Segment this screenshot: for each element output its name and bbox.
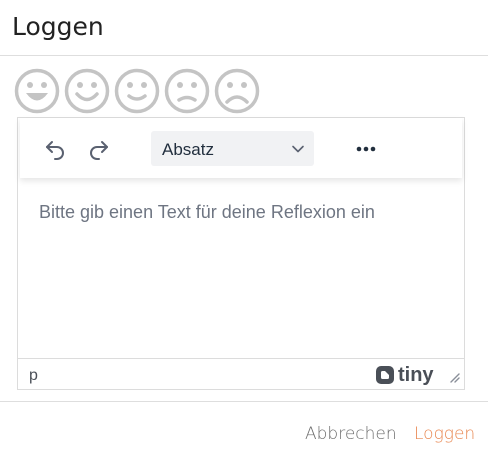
redo-icon	[90, 141, 108, 160]
redo-button[interactable]	[82, 132, 116, 166]
undo-button[interactable]	[38, 132, 72, 166]
tiny-branding-link[interactable]: tiny	[375, 365, 434, 385]
more-options-button[interactable]	[349, 132, 383, 166]
mood-happy-button[interactable]	[64, 68, 110, 114]
dialog-footer: Abbrechen Loggen	[0, 401, 488, 453]
resize-handle-icon[interactable]	[448, 371, 460, 383]
block-format-select[interactable]: Absatz	[151, 131, 314, 166]
tiny-logo-icon	[376, 366, 394, 384]
happy-face-icon	[64, 68, 110, 114]
log-button[interactable]: Loggen	[414, 424, 475, 444]
slightly-frowning-face-icon	[164, 68, 210, 114]
block-format-value: Absatz	[162, 140, 214, 159]
editor-statusbar: p tiny	[18, 358, 464, 389]
editor-toolbar: Absatz	[20, 118, 462, 178]
very-happy-face-icon	[14, 68, 60, 114]
element-path[interactable]: p	[29, 367, 38, 385]
undo-icon	[46, 141, 64, 160]
dialog-header: Loggen	[0, 0, 488, 56]
editor-content-area[interactable]: Bitte gib einen Text für deine Reflexion…	[18, 180, 464, 360]
mood-very-happy-button[interactable]	[14, 68, 60, 114]
mood-slightly-sad-button[interactable]	[164, 68, 210, 114]
mood-selector	[14, 68, 260, 114]
dialog-title: Loggen	[12, 12, 104, 41]
rich-text-editor: Absatz Bitte gib einen Text für deine Re…	[17, 117, 465, 390]
tiny-brand-text: tiny	[398, 364, 434, 386]
sad-face-icon	[214, 68, 260, 114]
editor-placeholder: Bitte gib einen Text für deine Reflexion…	[39, 202, 375, 222]
chevron-down-icon	[292, 145, 304, 153]
more-horizontal-icon	[356, 146, 376, 152]
cancel-button[interactable]: Abbrechen	[305, 424, 397, 444]
slightly-smiling-face-icon	[114, 68, 160, 114]
mood-slightly-happy-button[interactable]	[114, 68, 160, 114]
mood-sad-button[interactable]	[214, 68, 260, 114]
